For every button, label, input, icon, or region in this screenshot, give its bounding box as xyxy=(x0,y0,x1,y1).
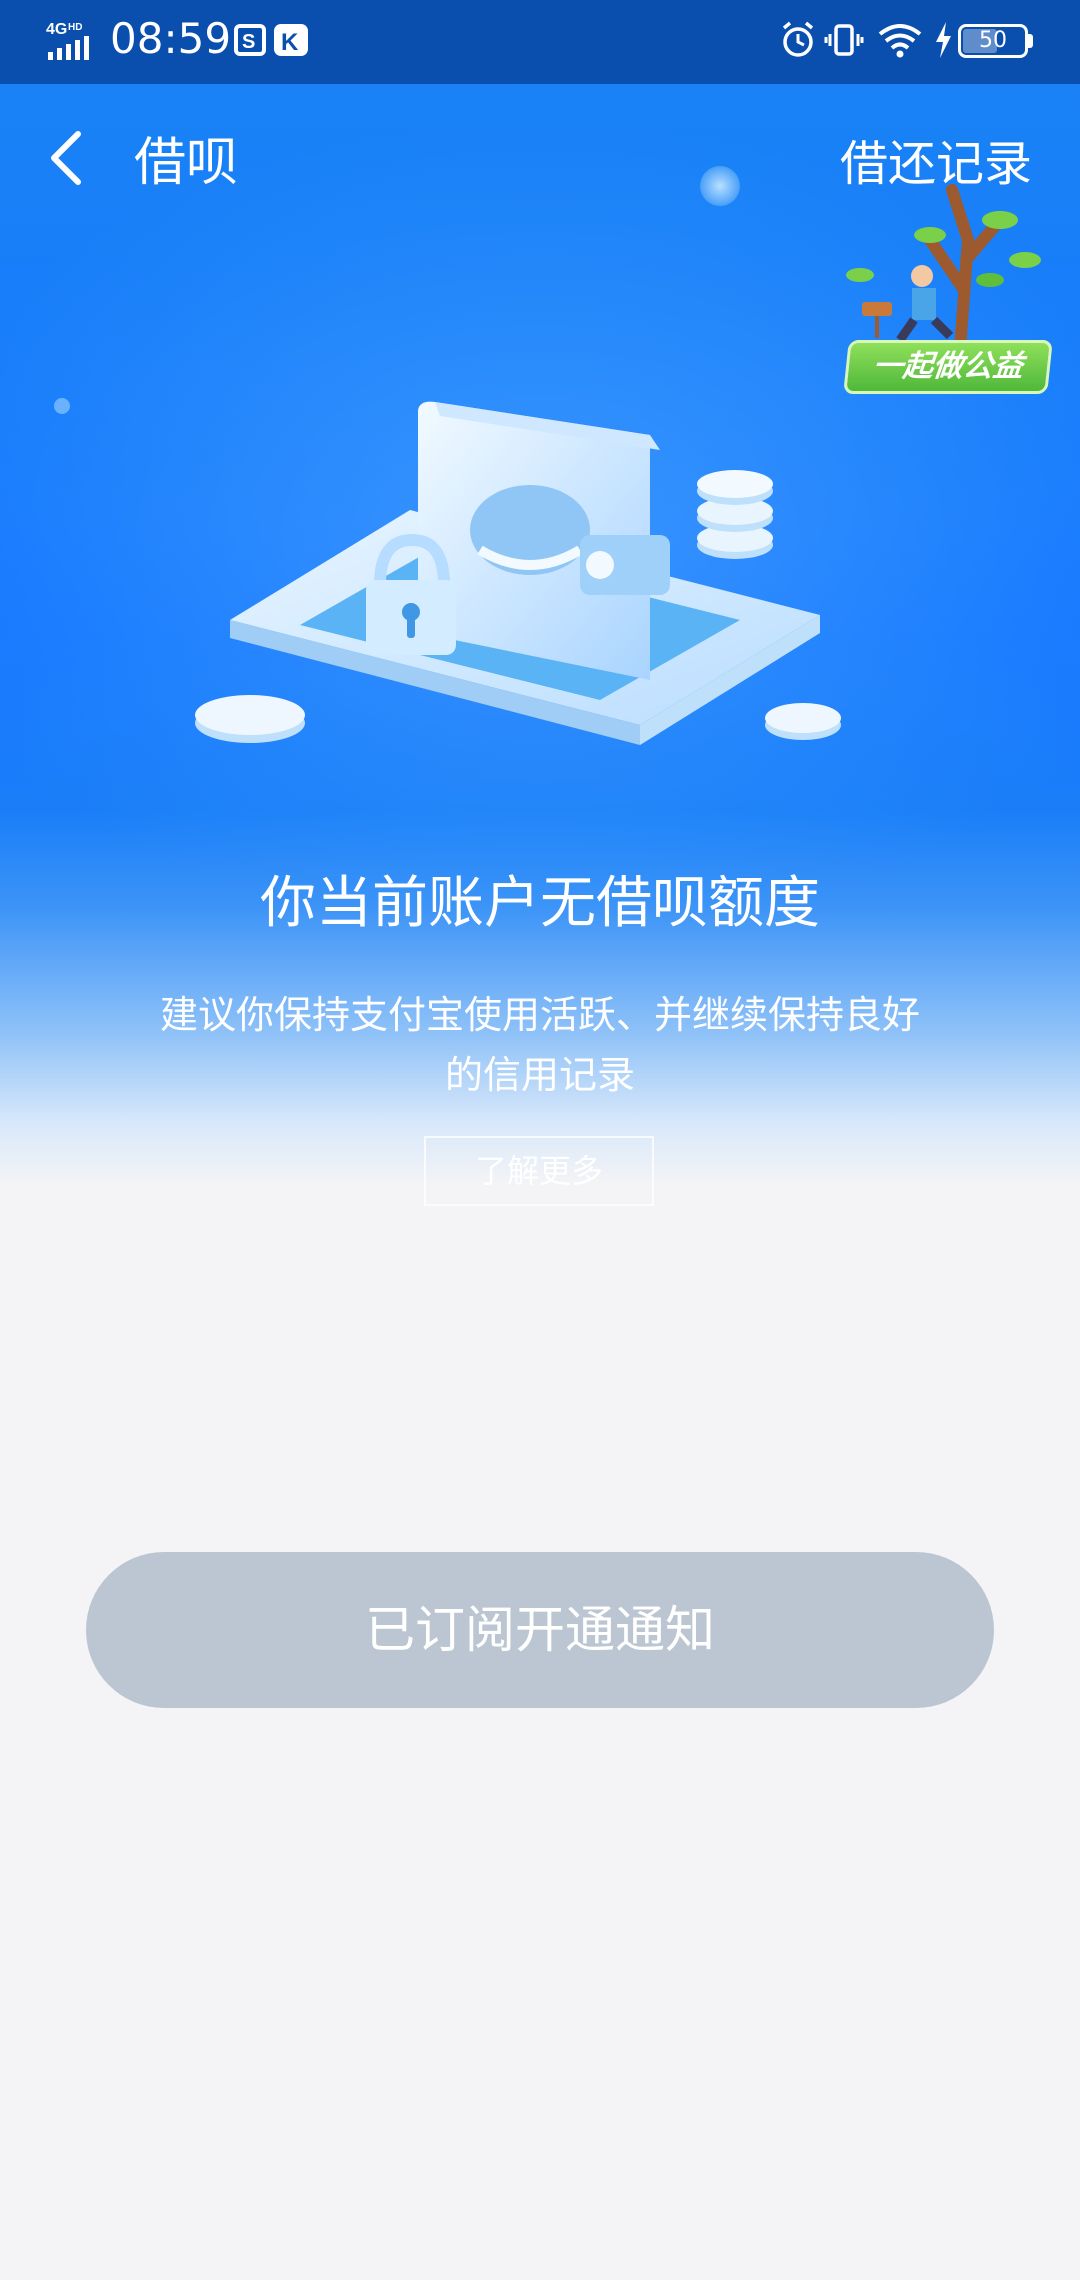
svg-text:4G: 4G xyxy=(46,21,67,38)
learn-more-button[interactable]: 了解更多 xyxy=(424,1136,654,1206)
k-app-icon: K xyxy=(274,24,308,56)
back-arrow-icon[interactable] xyxy=(42,128,92,188)
page-title: 借呗 xyxy=(134,133,239,193)
alarm-icon xyxy=(782,21,814,57)
suggestion-text: 建议你保持支付宝使用活跃、并继续保持良好的信用记录 xyxy=(159,993,920,1097)
status-time: 08:59 xyxy=(110,14,232,63)
app-notification-icon: S xyxy=(234,24,266,56)
wallet-lock-illustration xyxy=(195,401,841,745)
charging-icon xyxy=(936,22,951,58)
status-bar: 4G HD 08:59 S K 50 xyxy=(0,0,1080,84)
svg-text:HD: HD xyxy=(68,22,82,33)
signal-icon: 4G HD xyxy=(46,21,89,60)
vibrate-icon xyxy=(824,24,864,56)
battery-indicator: 50 xyxy=(958,24,1028,58)
battery-tip xyxy=(1028,34,1033,48)
battery-level: 50 xyxy=(979,28,1007,53)
subscribed-notification-button[interactable]: 已订阅开通通知 xyxy=(86,1552,994,1708)
wifi-icon xyxy=(878,24,922,58)
svg-text:S: S xyxy=(242,31,255,53)
decor-dot xyxy=(54,398,70,414)
charity-banner[interactable]: 一起做公益 xyxy=(840,180,1055,400)
no-credit-headline: 你当前账户无借呗额度 xyxy=(260,871,820,936)
svg-text:K: K xyxy=(281,29,299,56)
